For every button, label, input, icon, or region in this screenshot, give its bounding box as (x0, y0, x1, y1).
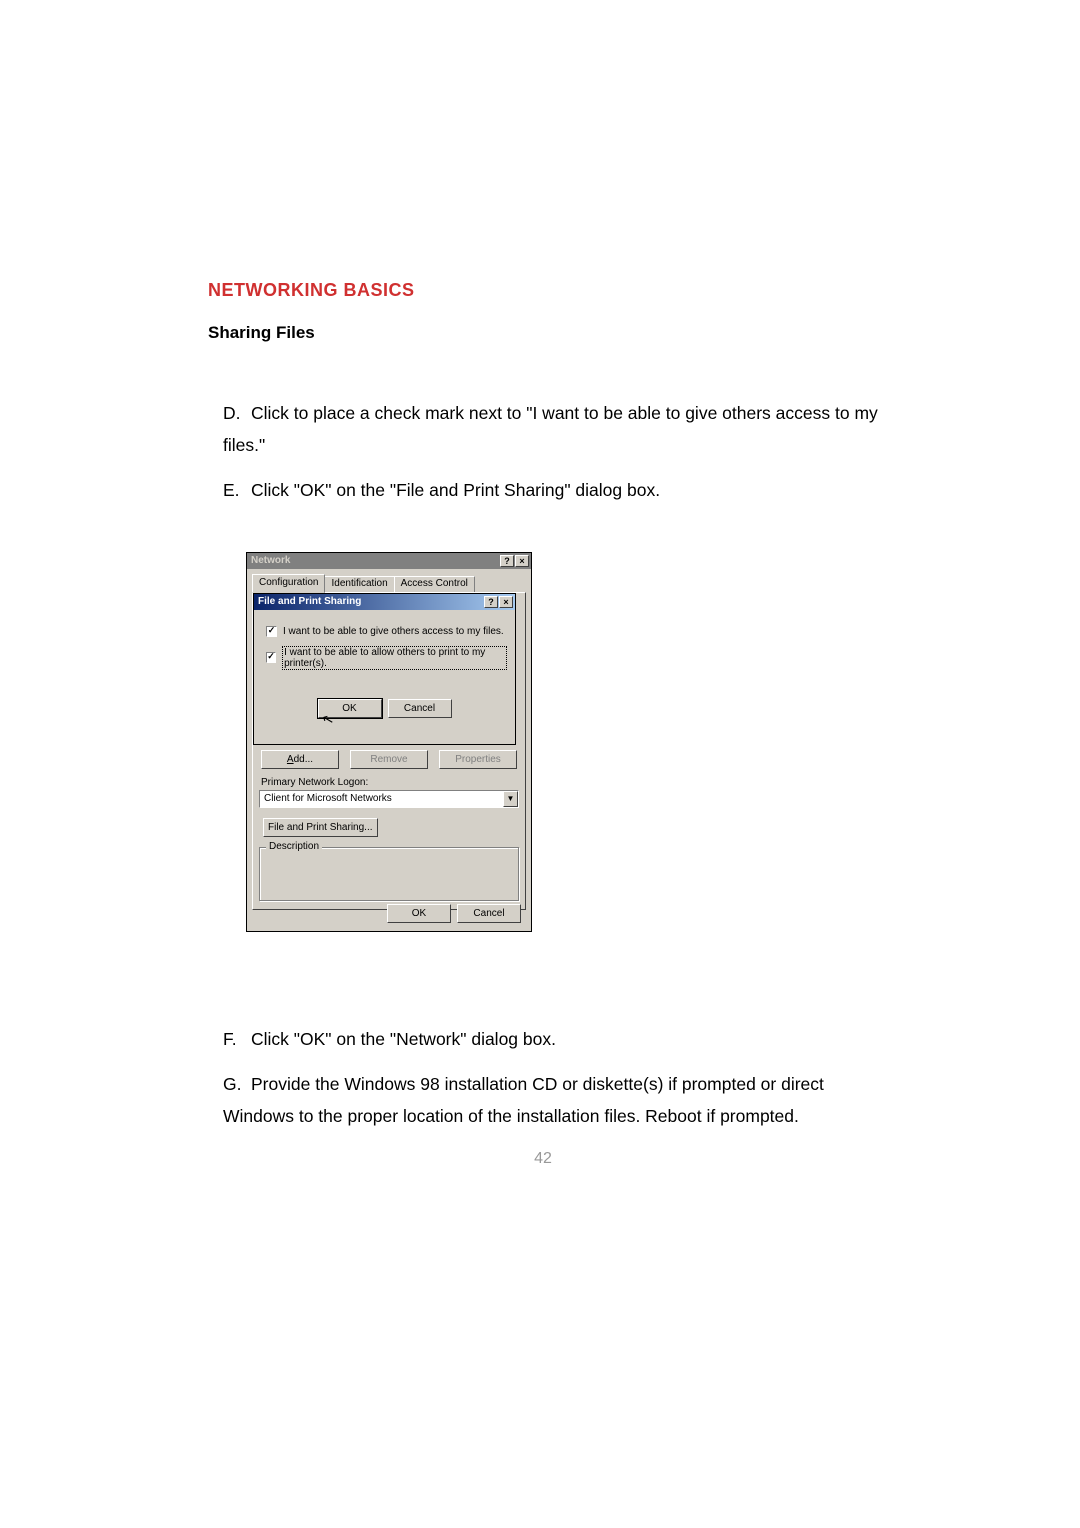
screenshot: Network ? × Configuration Identification… (246, 552, 532, 932)
fps-titlebar: File and Print Sharing ? × (254, 594, 515, 610)
section-header: NETWORKING BASICS (208, 280, 878, 301)
tab-access-control[interactable]: Access Control (394, 576, 475, 593)
primary-logon-combo[interactable]: Client for Microsoft Networks ▼ (259, 790, 519, 808)
remove-button: Remove (350, 750, 428, 769)
page: NETWORKING BASICS Sharing Files D.Click … (0, 0, 1080, 1528)
primary-logon-label: Primary Network Logon: (261, 777, 519, 788)
fps-cancel-button[interactable]: Cancel (388, 699, 452, 718)
step-text: Click to place a check mark next to "I w… (223, 403, 878, 455)
configuration-panel: File and Print Sharing ? × I want to be … (252, 592, 526, 910)
component-buttons: AAdd...dd... Remove Properties (259, 750, 519, 769)
checkbox-label-files: I want to be able to give others access … (283, 626, 504, 637)
network-titlebar: Network ? × (247, 553, 531, 569)
content-column: NETWORKING BASICS Sharing Files D.Click … (208, 280, 878, 1168)
network-footer-buttons: OK Cancel (387, 904, 521, 923)
help-button[interactable]: ? (500, 555, 514, 567)
network-dialog: Network ? × Configuration Identification… (246, 552, 532, 932)
close-button[interactable]: × (515, 555, 529, 567)
file-print-sharing-button[interactable]: File and Print Sharing... (263, 818, 378, 837)
fps-body: I want to be able to give others access … (254, 610, 515, 726)
titlebar-buttons: ? × (484, 596, 513, 608)
properties-button: Properties (439, 750, 517, 769)
tab-row: Configuration Identification Access Cont… (252, 574, 531, 593)
step-d: D.Click to place a check mark next to "I… (223, 398, 878, 461)
step-text: Provide the Windows 98 installation CD o… (223, 1074, 824, 1126)
step-marker: F. (223, 1024, 251, 1056)
checkbox-row-printers[interactable]: I want to be able to allow others to pri… (266, 647, 507, 669)
subtitle: Sharing Files (208, 323, 878, 343)
titlebar-buttons: ? × (500, 555, 529, 567)
fps-title: File and Print Sharing (258, 596, 484, 607)
configuration-lower: AAdd...dd... Remove Properties Primary N… (259, 750, 519, 901)
tab-identification[interactable]: Identification (324, 576, 394, 593)
network-title: Network (251, 555, 500, 566)
step-text: Click "OK" on the "File and Print Sharin… (251, 480, 660, 500)
close-button[interactable]: × (499, 596, 513, 608)
file-print-sharing-dialog: File and Print Sharing ? × I want to be … (253, 593, 516, 745)
primary-logon-value: Client for Microsoft Networks (260, 791, 503, 807)
page-number: 42 (208, 1150, 878, 1168)
checkbox-files[interactable] (266, 626, 277, 637)
network-cancel-button[interactable]: Cancel (457, 904, 521, 923)
step-marker: D. (223, 398, 251, 430)
tab-configuration[interactable]: Configuration (252, 574, 325, 593)
checkbox-row-files[interactable]: I want to be able to give others access … (266, 626, 507, 637)
step-f: F.Click "OK" on the "Network" dialog box… (223, 1024, 878, 1056)
step-e: E.Click "OK" on the "File and Print Shar… (223, 475, 878, 507)
description-groupbox: Description (259, 847, 519, 901)
help-button[interactable]: ? (484, 596, 498, 608)
instructions-top: D.Click to place a check mark next to "I… (208, 398, 878, 507)
step-marker: E. (223, 475, 251, 507)
add-button[interactable]: AAdd...dd... (261, 750, 339, 769)
fps-button-row: OK Cancel ↖ (262, 699, 507, 718)
checkbox-label-printers: I want to be able to allow others to pri… (282, 646, 507, 670)
step-text: Click "OK" on the "Network" dialog box. (251, 1029, 556, 1049)
checkbox-printers[interactable] (266, 652, 276, 663)
step-marker: G. (223, 1069, 251, 1101)
chevron-down-icon[interactable]: ▼ (503, 791, 518, 807)
network-ok-button[interactable]: OK (387, 904, 451, 923)
step-g: G.Provide the Windows 98 installation CD… (223, 1069, 878, 1132)
instructions-bottom: F.Click "OK" on the "Network" dialog box… (208, 1024, 878, 1133)
description-legend: Description (266, 841, 322, 852)
